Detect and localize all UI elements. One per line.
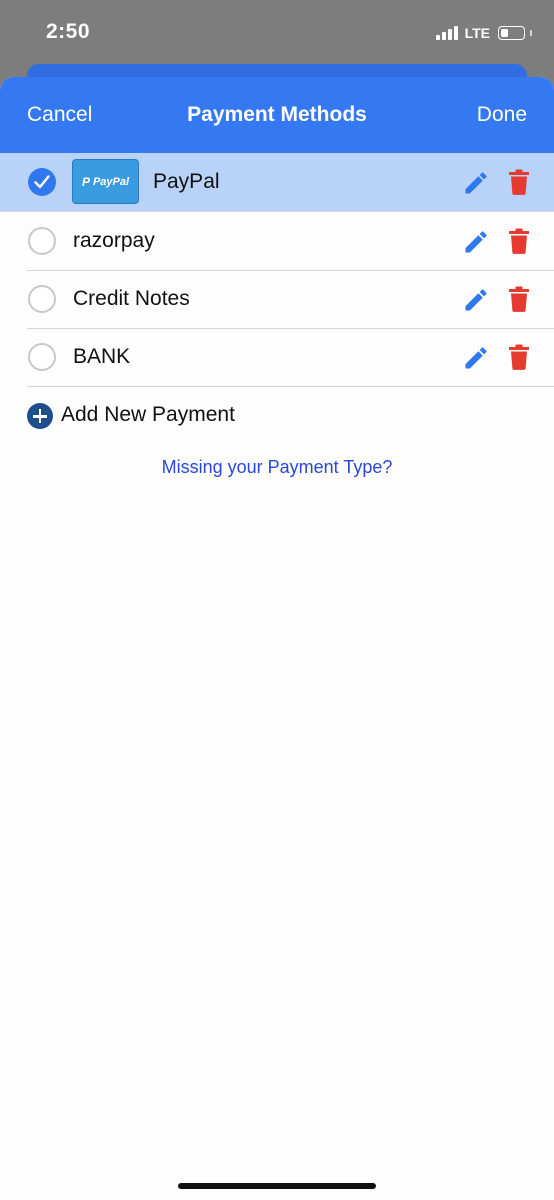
home-indicator	[178, 1183, 376, 1189]
plus-circle-icon	[27, 403, 53, 429]
trash-icon[interactable]	[508, 169, 530, 195]
radio-unchecked[interactable]	[28, 227, 56, 255]
pencil-icon[interactable]	[462, 286, 490, 314]
radio-checked[interactable]	[28, 168, 56, 196]
done-button[interactable]: Done	[477, 103, 527, 127]
payment-label: BANK	[73, 345, 131, 368]
nav-bar: Cancel Payment Methods Done	[0, 77, 554, 153]
pencil-icon[interactable]	[462, 344, 490, 372]
trash-icon[interactable]	[508, 344, 530, 370]
payment-row-paypal[interactable]: P PayPal PayPal	[0, 153, 554, 212]
status-time: 2:50	[46, 20, 91, 43]
radio-unchecked[interactable]	[28, 285, 56, 313]
payment-row-razorpay[interactable]: razorpay	[0, 212, 554, 271]
payment-method-list: P PayPal PayPal razorpay Credit Notes BA…	[0, 153, 554, 387]
payment-label: Credit Notes	[73, 287, 190, 310]
payment-label: PayPal	[153, 170, 220, 193]
trash-icon[interactable]	[508, 228, 530, 254]
signal-icon	[435, 26, 458, 40]
missing-payment-type-link[interactable]: Missing your Payment Type?	[0, 457, 554, 478]
payment-row-credit-notes[interactable]: Credit Notes	[0, 270, 554, 329]
trash-icon[interactable]	[508, 286, 530, 312]
battery-icon	[498, 26, 525, 40]
add-new-payment-button[interactable]: Add New Payment	[0, 386, 554, 444]
add-payment-label: Add New Payment	[61, 403, 235, 426]
payment-row-bank[interactable]: BANK	[0, 328, 554, 387]
radio-unchecked[interactable]	[28, 343, 56, 371]
status-bar: 2:50 LTE	[0, 0, 554, 66]
pencil-icon[interactable]	[462, 169, 490, 197]
status-indicators: LTE	[435, 23, 532, 43]
paypal-logo: P PayPal	[72, 159, 139, 204]
payment-label: razorpay	[73, 229, 155, 252]
check-icon	[34, 175, 50, 189]
pencil-icon[interactable]	[462, 228, 490, 256]
network-type: LTE	[464, 25, 490, 41]
cancel-button[interactable]: Cancel	[27, 103, 92, 127]
payment-methods-sheet: Cancel Payment Methods Done P PayPal PayP…	[0, 77, 554, 1200]
